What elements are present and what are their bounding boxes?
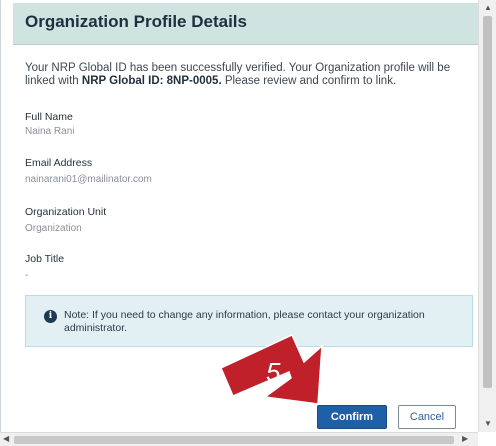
nrp-global-id: NRP Global ID: 8NP-0005. bbox=[81, 75, 222, 87]
horizontal-scroll-thumb[interactable] bbox=[14, 436, 454, 444]
vertical-scrollbar[interactable]: ▲ ▼ bbox=[478, 0, 496, 432]
full-name-label: Full Name bbox=[25, 111, 73, 123]
scroll-up-icon[interactable]: ▲ bbox=[484, 3, 492, 13]
step-number: 5 bbox=[266, 357, 281, 387]
org-unit-label: Organization Unit bbox=[25, 206, 107, 218]
confirm-button[interactable]: Confirm bbox=[317, 405, 387, 429]
organization-profile-dialog: Organization Profile Details Your NRP Gl… bbox=[0, 0, 479, 432]
job-title-value: - bbox=[25, 270, 29, 281]
scroll-down-icon[interactable]: ▼ bbox=[484, 419, 492, 429]
intro-text-suffix: Please review and confirm to link. bbox=[221, 75, 397, 87]
scroll-right-icon[interactable]: ▶ bbox=[462, 434, 468, 444]
org-unit-value: Organization bbox=[25, 223, 82, 234]
dialog-title: Organization Profile Details bbox=[25, 12, 247, 31]
job-title-label: Job Title bbox=[25, 253, 65, 265]
info-icon: i bbox=[44, 310, 57, 323]
horizontal-scrollbar[interactable]: ◀ ▶ bbox=[0, 432, 478, 446]
full-name-value: Naina Rani bbox=[25, 126, 75, 137]
cancel-button[interactable]: Cancel bbox=[398, 405, 456, 429]
dialog-header: Organization Profile Details bbox=[13, 3, 479, 45]
verification-message: Your NRP Global ID has been successfully… bbox=[25, 62, 465, 88]
info-note: i Note: If you need to change any inform… bbox=[25, 295, 473, 347]
email-label: Email Address bbox=[25, 157, 93, 169]
scroll-left-icon[interactable]: ◀ bbox=[3, 434, 9, 444]
email-value: nainarani01@mailinator.com bbox=[25, 174, 152, 185]
note-text: Note: If you need to change any informat… bbox=[64, 309, 425, 334]
vertical-scroll-thumb[interactable] bbox=[483, 16, 492, 388]
